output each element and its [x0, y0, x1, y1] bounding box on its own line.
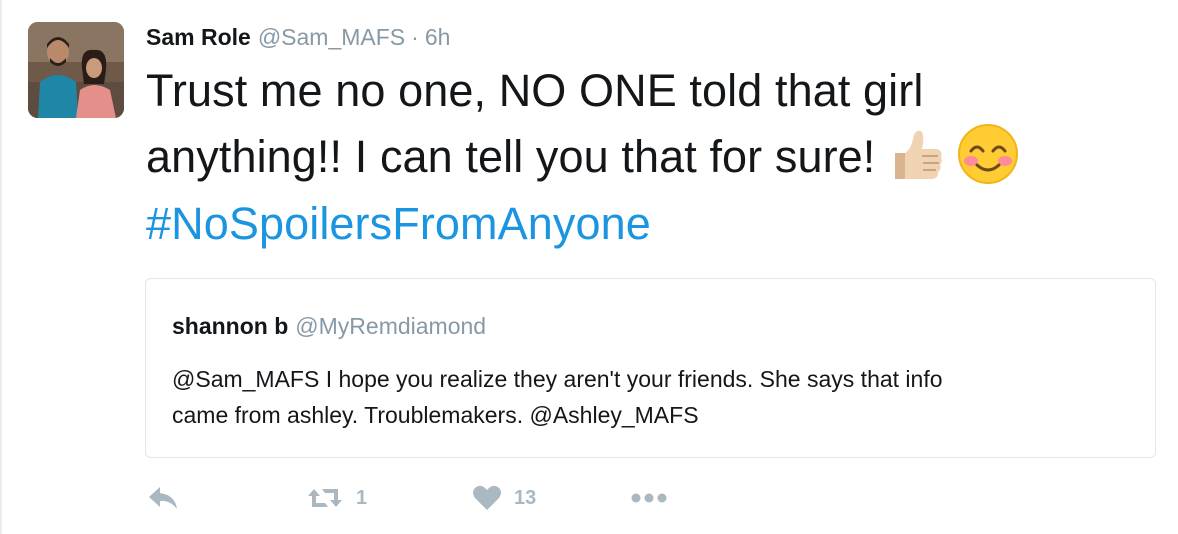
quoted-tweet[interactable]: shannon b @MyRemdiamond @Sam_MAFS I hope… — [145, 278, 1156, 458]
quoted-author-handle: @MyRemdiamond — [295, 313, 487, 339]
tweet-actions: 1 13 — [146, 480, 670, 516]
hashtag-link[interactable]: #NoSpoilersFromAnyone — [146, 191, 1146, 257]
like-count: 13 — [514, 486, 537, 509]
reply-icon — [149, 487, 177, 509]
tweet-text-line-with-emoji: anything!! I can tell you that for sure! — [146, 124, 1146, 191]
tweet-header: Sam Role @Sam_MAFS · 6h — [146, 24, 450, 54]
tweet: Sam Role @Sam_MAFS · 6h Trust me no one,… — [0, 0, 1178, 534]
avatar-photo — [28, 22, 124, 118]
timestamp[interactable]: 6h — [425, 24, 451, 51]
smiling-face-emoji-icon — [957, 123, 1019, 185]
tweet-text-line: Trust me no one, NO ONE told that girl — [146, 65, 924, 116]
thumbs-up-emoji-icon — [885, 123, 947, 185]
author-handle[interactable]: @Sam_MAFS — [258, 24, 405, 51]
tweet-text-line: anything!! I can tell you that for sure! — [146, 131, 876, 182]
retweet-count: 1 — [356, 486, 368, 509]
avatar[interactable] — [28, 22, 124, 118]
like-button[interactable]: 13 — [472, 484, 630, 512]
quoted-text-line: @Sam_MAFS I hope you realize they aren't… — [172, 366, 943, 392]
more-button[interactable] — [630, 491, 670, 505]
quoted-text-line: came from ashley. Troublemakers. @Ashley… — [172, 402, 699, 428]
reply-button[interactable] — [146, 484, 306, 512]
retweet-icon — [308, 489, 342, 507]
separator-dot: · — [411, 24, 419, 50]
retweet-button[interactable]: 1 — [306, 485, 472, 511]
quoted-author-name: shannon b — [172, 313, 289, 339]
tweet-text: Trust me no one, NO ONE told that girl a… — [146, 58, 1146, 257]
heart-icon — [473, 485, 501, 510]
quoted-tweet-text: @Sam_MAFS I hope you realize they aren't… — [172, 361, 1132, 433]
quoted-tweet-header: shannon b @MyRemdiamond — [172, 313, 486, 340]
more-icon — [631, 493, 667, 503]
author-name[interactable]: Sam Role — [146, 24, 251, 51]
